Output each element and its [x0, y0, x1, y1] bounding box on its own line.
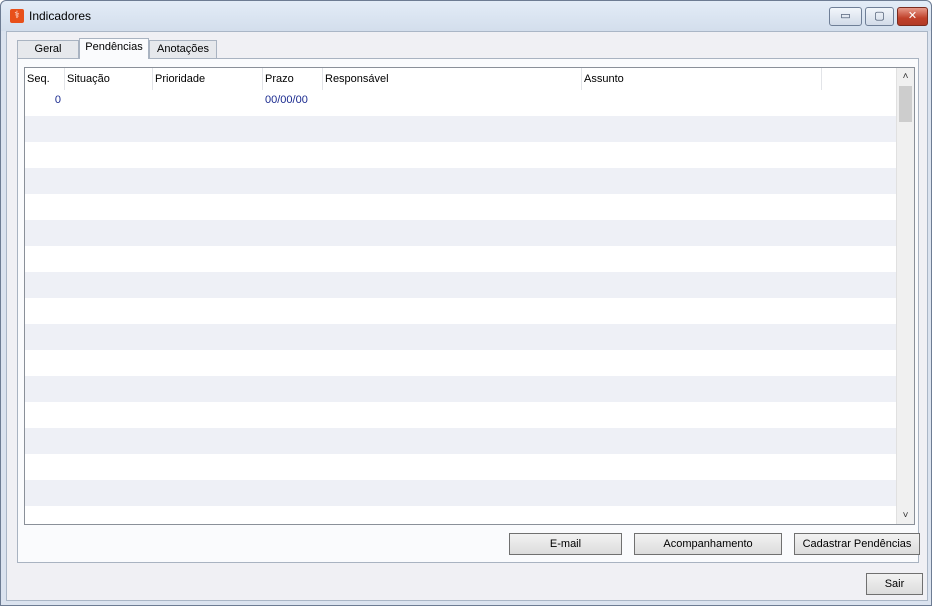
close-button[interactable]: ✕ [897, 7, 928, 26]
column-header-seq[interactable]: Seq. [25, 68, 65, 90]
empty-row [25, 454, 897, 480]
sair-button[interactable]: Sair [866, 573, 923, 595]
empty-row [25, 350, 897, 376]
scroll-down-icon[interactable]: ˅ [897, 507, 914, 524]
cell-situacao [67, 90, 153, 110]
empty-row [25, 480, 897, 506]
table-row[interactable]: 0 00/00/00 [25, 90, 897, 116]
empty-row [25, 168, 897, 194]
close-icon: ✕ [907, 10, 918, 22]
empty-row [25, 376, 897, 402]
column-header-situacao[interactable]: Situação [65, 68, 153, 90]
tab-pendencias[interactable]: Pendências [79, 38, 149, 59]
scroll-up-icon[interactable]: ˄ [897, 68, 914, 85]
empty-row [25, 402, 897, 428]
pendencias-panel: Seq. Situação Prioridade Prazo Responsáv… [17, 58, 920, 563]
cadastrar-pendencias-button[interactable]: Cadastrar Pendências [794, 533, 920, 555]
empty-row [25, 142, 897, 168]
column-header-prioridade[interactable]: Prioridade [153, 68, 263, 90]
app-logo-icon: ⚕ [10, 9, 24, 23]
empty-row [25, 298, 897, 324]
empty-row [25, 324, 897, 350]
cell-prioridade [155, 90, 263, 110]
empty-row [25, 116, 897, 142]
acompanhamento-button[interactable]: Acompanhamento [634, 533, 782, 555]
column-header-prazo[interactable]: Prazo [263, 68, 323, 90]
scrollbar-thumb[interactable] [899, 86, 912, 122]
tab-anotacoes[interactable]: Anotações [149, 40, 217, 58]
email-button[interactable]: E-mail [509, 533, 622, 555]
column-header-extra[interactable] [822, 68, 897, 90]
column-header-assunto[interactable]: Assunto [582, 68, 822, 90]
window-title: Indicadores [29, 9, 92, 23]
maximize-button[interactable]: ▢ [865, 7, 894, 26]
vertical-scrollbar[interactable]: ˄ ˅ [896, 68, 914, 524]
client-area: Geral Pendências Anotações Seq. Situação… [6, 31, 928, 601]
grid-header: Seq. Situação Prioridade Prazo Responsáv… [25, 68, 897, 90]
minimize-button[interactable]: ▭ [829, 7, 862, 26]
empty-row [25, 506, 897, 524]
empty-row [25, 428, 897, 454]
title-bar[interactable]: ⚕ Indicadores ▭ ▢ ✕ [1, 1, 931, 31]
cell-responsavel [325, 90, 582, 110]
pendencias-grid[interactable]: Seq. Situação Prioridade Prazo Responsáv… [24, 67, 915, 525]
cell-assunto [584, 90, 822, 110]
cell-seq: 0 [54, 94, 61, 106]
empty-row [25, 272, 897, 298]
column-header-responsavel[interactable]: Responsável [323, 68, 582, 90]
indicadores-window: ⚕ Indicadores ▭ ▢ ✕ Geral Pendências Ano… [0, 0, 932, 606]
empty-row [25, 220, 897, 246]
empty-row [25, 194, 897, 220]
tab-geral[interactable]: Geral [17, 40, 79, 58]
grid-rows: 0 00/00/00 [25, 90, 897, 524]
minimize-icon: ▭ [840, 10, 851, 22]
maximize-icon: ▢ [874, 10, 885, 22]
empty-row [25, 246, 897, 272]
cell-prazo: 00/00/00 [265, 94, 308, 106]
